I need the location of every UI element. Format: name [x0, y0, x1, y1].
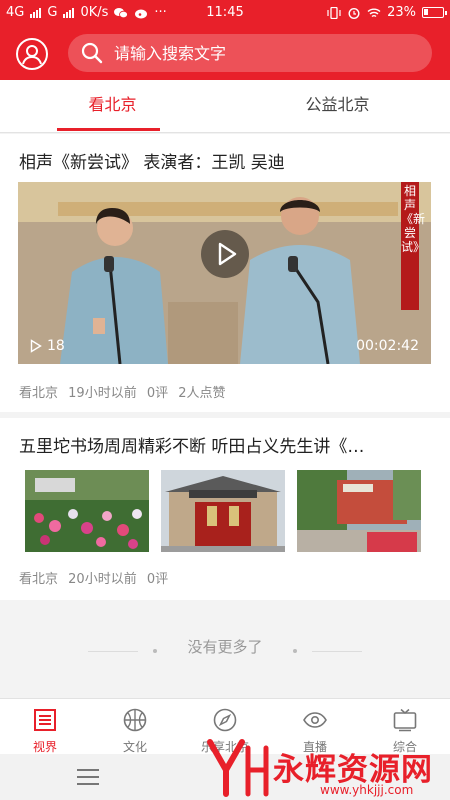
- feed-comments: 0评: [146, 572, 169, 587]
- tab-kan-beijing[interactable]: 看北京: [0, 80, 225, 132]
- nav-item-wenhua[interactable]: 文化: [90, 699, 180, 754]
- feed-item-video[interactable]: 相声《新尝试》 表演者：王凯 吴迪 相声《新尝试》 18 00:02:42 看北…: [0, 134, 450, 412]
- flowers-image: [25, 470, 149, 552]
- app-header: [0, 26, 450, 80]
- feed-source: 看北京: [19, 386, 59, 401]
- watermark-url: www.yhkjjj.com: [320, 783, 414, 797]
- basketball-icon: [123, 708, 147, 732]
- play-count-icon: [30, 339, 42, 353]
- search-icon: [81, 42, 103, 64]
- user-avatar-glyph: [22, 45, 42, 65]
- feed-time: 19小时以前: [68, 386, 137, 401]
- compass-icon: [213, 708, 237, 732]
- news-icon: [34, 709, 56, 731]
- user-icon[interactable]: [16, 38, 48, 70]
- vibrate-icon: [327, 6, 341, 19]
- divider-right: [312, 651, 362, 652]
- no-more-label: 没有更多了: [187, 638, 263, 656]
- gallery-image-3[interactable]: [297, 470, 421, 552]
- watermark-logo: [207, 739, 269, 797]
- dot-right: [293, 649, 297, 653]
- tv-icon: [393, 708, 417, 732]
- nav-label: 文化: [122, 740, 147, 754]
- feed-comments: 0评: [146, 386, 169, 401]
- menu-icon[interactable]: [77, 769, 99, 785]
- search-bar[interactable]: [68, 34, 432, 72]
- feed-item-meta: 看北京 20小时以前 0评: [19, 568, 174, 587]
- nav-item-shijie[interactable]: 视界: [0, 699, 90, 754]
- courtyard-image: [297, 470, 421, 552]
- tab-bar: 看北京 公益北京: [0, 80, 450, 133]
- video-side-banner: 相声《新尝试》: [401, 182, 425, 310]
- feed-item-meta: 看北京 19小时以前 0评 2人点赞: [19, 382, 232, 401]
- feed-item-title[interactable]: 五里坨书场周周精彩不断 听田占义先生讲《…: [19, 432, 431, 457]
- gallery-image-2[interactable]: [161, 470, 285, 552]
- wifi-icon: [367, 8, 381, 17]
- status-bar: 4G G 0K/s ··· 11:45 23%: [0, 0, 450, 26]
- feed-item-title[interactable]: 相声《新尝试》 表演者：王凯 吴迪: [19, 148, 431, 173]
- nav-label: 视界: [32, 740, 57, 754]
- gallery-image-1[interactable]: [25, 470, 149, 552]
- feed-source: 看北京: [19, 572, 59, 587]
- video-duration: 00:02:42: [356, 338, 419, 354]
- play-triangle: [218, 242, 237, 266]
- battery-percent: 23%: [387, 5, 416, 20]
- status-bar-right: 23%: [327, 5, 447, 20]
- search-input[interactable]: [114, 43, 394, 63]
- battery-icon: [422, 7, 447, 18]
- video-player[interactable]: 相声《新尝试》 18 00:02:42: [18, 182, 431, 364]
- feed-item-gallery[interactable]: 五里坨书场周周精彩不断 听田占义先生讲《… 看北京 20小时以前 0评: [0, 418, 450, 600]
- alarm-icon: [348, 7, 360, 19]
- feed-likes: 2人点赞: [178, 386, 226, 401]
- play-count-value: 18: [47, 338, 65, 354]
- play-count: 18: [30, 338, 65, 354]
- battery-level: [424, 9, 428, 15]
- gate-image: [161, 470, 285, 552]
- eye-icon: [303, 712, 327, 728]
- tab-gongyi-beijing[interactable]: 公益北京: [225, 80, 450, 132]
- play-icon[interactable]: [201, 230, 249, 278]
- feed-time: 20小时以前: [68, 572, 137, 587]
- watermark: 永辉资源网 www.yhkjjj.com: [200, 736, 450, 800]
